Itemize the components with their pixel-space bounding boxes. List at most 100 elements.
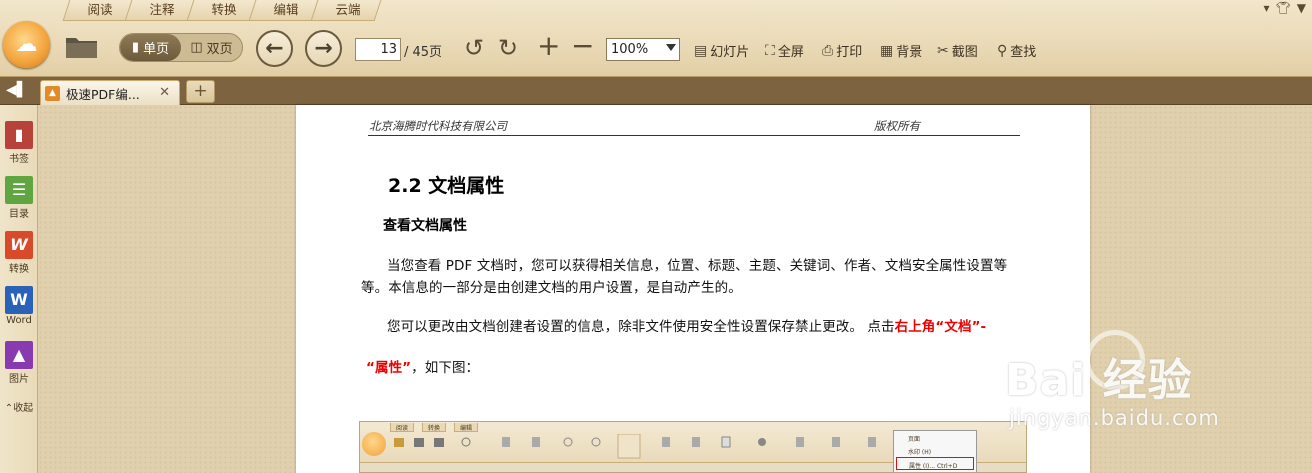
- menu-tab-read[interactable]: 阅读: [66, 0, 128, 20]
- section-title: 2.2 文档属性: [388, 175, 505, 197]
- pdf-file-icon: ▲: [45, 85, 60, 101]
- rotate-left-icon[interactable]: ↺: [464, 34, 484, 62]
- paragraph-3: “属性”，如下图：: [366, 357, 1036, 379]
- open-folder-button[interactable]: [64, 32, 100, 60]
- page-total-label: / 45页: [404, 45, 443, 60]
- sidebar-item-convert[interactable]: W 转换: [0, 231, 38, 275]
- single-page-button[interactable]: ▮ 单页: [120, 34, 181, 61]
- embedded-screenshot-image: 阅读 转换 编辑 页面 水印 (H) 属性 (I)... Ctrl+D: [359, 421, 1027, 473]
- menu-tab-edit[interactable]: 编辑: [252, 0, 314, 20]
- double-page-button[interactable]: ◫ 双页: [181, 34, 242, 61]
- chevron-up-icon: ⌃: [4, 403, 14, 414]
- embedded-tab: 转换: [422, 423, 447, 432]
- paragraph-2: 您可以更改由文档创建者设置的信息，除非文件使用安全性设置保存禁止更改。 点击右上…: [361, 316, 1031, 338]
- page-number-input[interactable]: 13: [355, 38, 401, 61]
- arrow-right-icon: →: [314, 36, 333, 61]
- word-icon: W: [5, 286, 33, 314]
- embedded-menu-item-highlighted: 属性 (I)... Ctrl+D: [896, 457, 974, 470]
- close-icon[interactable]: ✕: [159, 85, 170, 100]
- page-header-left: 北京海腾时代科技有限公司: [369, 119, 507, 133]
- printer-icon: ⎙: [822, 42, 834, 59]
- page-header-right: 版权所有: [874, 119, 920, 133]
- slideshow-icon: ▤: [694, 42, 708, 59]
- sidebar-item-label: 书签: [9, 154, 29, 165]
- print-label: 打印: [836, 45, 863, 60]
- fullscreen-label: 全屏: [777, 45, 804, 60]
- previous-page-button[interactable]: ←: [256, 30, 293, 67]
- find-button[interactable]: ⚲ 查找: [997, 41, 1037, 61]
- rotate-right-icon[interactable]: ↻: [498, 34, 518, 62]
- main-toolbar: 阅读 注释 转换 编辑 云端 ▾ 👕︎ ▼ ☁ ▮ 单页 ◫ 双页 ← → 13…: [0, 0, 1312, 77]
- menu-tab-cloud[interactable]: 云端: [314, 0, 376, 20]
- paragraph-2-highlight: 右上角“文档”-: [894, 319, 987, 335]
- new-tab-button[interactable]: +: [186, 80, 215, 103]
- fullscreen-icon: ⛶: [765, 42, 775, 59]
- background-icon: ▦: [880, 42, 894, 59]
- sidebar-item-word[interactable]: W Word: [0, 286, 38, 326]
- chevron-down-icon: [666, 44, 676, 51]
- next-page-button[interactable]: →: [305, 30, 342, 67]
- pdf-page: 北京海腾时代科技有限公司 版权所有 2.2 文档属性 查看文档属性 当您查看 P…: [296, 105, 1090, 473]
- left-sidebar: ▮ 书签 ☰ 目录 W 转换 W Word ▲ 图片 ⌃收起: [0, 105, 38, 473]
- fullscreen-button[interactable]: ⛶ 全屏: [765, 41, 804, 61]
- skin-icon[interactable]: 👕︎: [1276, 1, 1291, 15]
- bookmark-icon: ▮: [5, 121, 33, 149]
- toc-icon: ☰: [5, 176, 33, 204]
- header-rule: [368, 135, 1020, 136]
- single-page-icon: ▮: [131, 40, 140, 55]
- paragraph-1: 当您查看 PDF 文档时，您可以获得相关信息，位置、标题、主题、关键词、作者、文…: [361, 258, 1008, 296]
- menu-dropdown-icon[interactable]: ▾: [1264, 1, 1270, 15]
- scissors-icon: ✂: [937, 42, 949, 59]
- screenshot-label: 截图: [951, 45, 978, 60]
- sidebar-collapse-button[interactable]: ⌃收起: [0, 399, 38, 414]
- window-controls: ▾ 👕︎ ▼: [1264, 1, 1307, 15]
- sidebar-collapse-label: 收起: [13, 403, 34, 414]
- sidebar-item-label: Word: [6, 315, 32, 326]
- pdf-reader-window: 阅读 注释 转换 编辑 云端 ▾ 👕︎ ▼ ☁ ▮ 单页 ◫ 双页 ← → 13…: [0, 0, 1312, 473]
- sidebar-item-label: 目录: [9, 209, 29, 220]
- sidebar-item-image[interactable]: ▲ 图片: [0, 341, 38, 385]
- double-page-label: 双页: [206, 42, 233, 57]
- zoom-select[interactable]: 100%: [606, 38, 680, 61]
- app-logo-icon[interactable]: ☁: [3, 21, 50, 68]
- screenshot-button[interactable]: ✂ 截图: [937, 41, 978, 61]
- sidebar-toggle-icon[interactable]: ◀▌: [6, 82, 28, 98]
- double-page-icon: ◫: [190, 40, 203, 55]
- sidebar-item-label: 图片: [9, 374, 29, 385]
- zoom-value: 100%: [611, 42, 649, 57]
- background-button[interactable]: ▦ 背景: [880, 41, 923, 61]
- slideshow-label: 幻灯片: [710, 45, 750, 60]
- document-tab-title: 极速PDF编...: [66, 86, 140, 102]
- paragraph-3-text: ，如下图：: [411, 360, 480, 376]
- menu-tab-convert[interactable]: 转换: [190, 0, 252, 20]
- menu-tab-annotate[interactable]: 注释: [128, 0, 190, 20]
- sidebar-item-toc[interactable]: ☰ 目录: [0, 176, 38, 220]
- background-label: 背景: [896, 45, 923, 60]
- embedded-logo-icon: [362, 432, 386, 456]
- collapse-ribbon-icon[interactable]: ▼: [1297, 1, 1306, 15]
- sidebar-item-bookmarks[interactable]: ▮ 书签: [0, 121, 38, 165]
- document-tab-bar: ◀▌ ▲ 极速PDF编... ✕ +: [0, 77, 1312, 105]
- menu-tabs: 阅读 注释 转换 编辑 云端: [66, 0, 376, 20]
- find-label: 查找: [1010, 45, 1037, 60]
- slideshow-button[interactable]: ▤ 幻灯片: [694, 41, 750, 61]
- embedded-menu-item: 水印 (H): [908, 449, 932, 456]
- document-tab[interactable]: ▲ 极速PDF编... ✕: [40, 80, 180, 105]
- paragraph-2-text: 您可以更改由文档创建者设置的信息，除非文件使用安全性设置保存禁止更改。 点击: [387, 319, 895, 335]
- zoom-out-icon[interactable]: −: [571, 32, 594, 60]
- document-viewport[interactable]: 北京海腾时代科技有限公司 版权所有 2.2 文档属性 查看文档属性 当您查看 P…: [38, 105, 1312, 473]
- embedded-menu-item: 页面: [908, 436, 921, 443]
- image-icon: ▲: [5, 341, 33, 369]
- print-button[interactable]: ⎙ 打印: [822, 41, 863, 61]
- arrow-left-icon: ←: [265, 36, 284, 61]
- convert-icon: W: [5, 231, 33, 259]
- sidebar-item-label: 转换: [9, 264, 29, 275]
- paragraph-3-highlight: “属性”: [366, 360, 412, 376]
- zoom-in-icon[interactable]: +: [537, 32, 560, 60]
- embedded-tab: 阅读: [390, 423, 415, 432]
- view-mode-toggle: ▮ 单页 ◫ 双页: [119, 33, 243, 62]
- embedded-tab: 编辑: [454, 423, 479, 432]
- subsection-title: 查看文档属性: [383, 218, 467, 234]
- embedded-context-menu: 页面 水印 (H) 属性 (I)... Ctrl+D: [893, 430, 977, 472]
- search-icon: ⚲: [997, 42, 1008, 59]
